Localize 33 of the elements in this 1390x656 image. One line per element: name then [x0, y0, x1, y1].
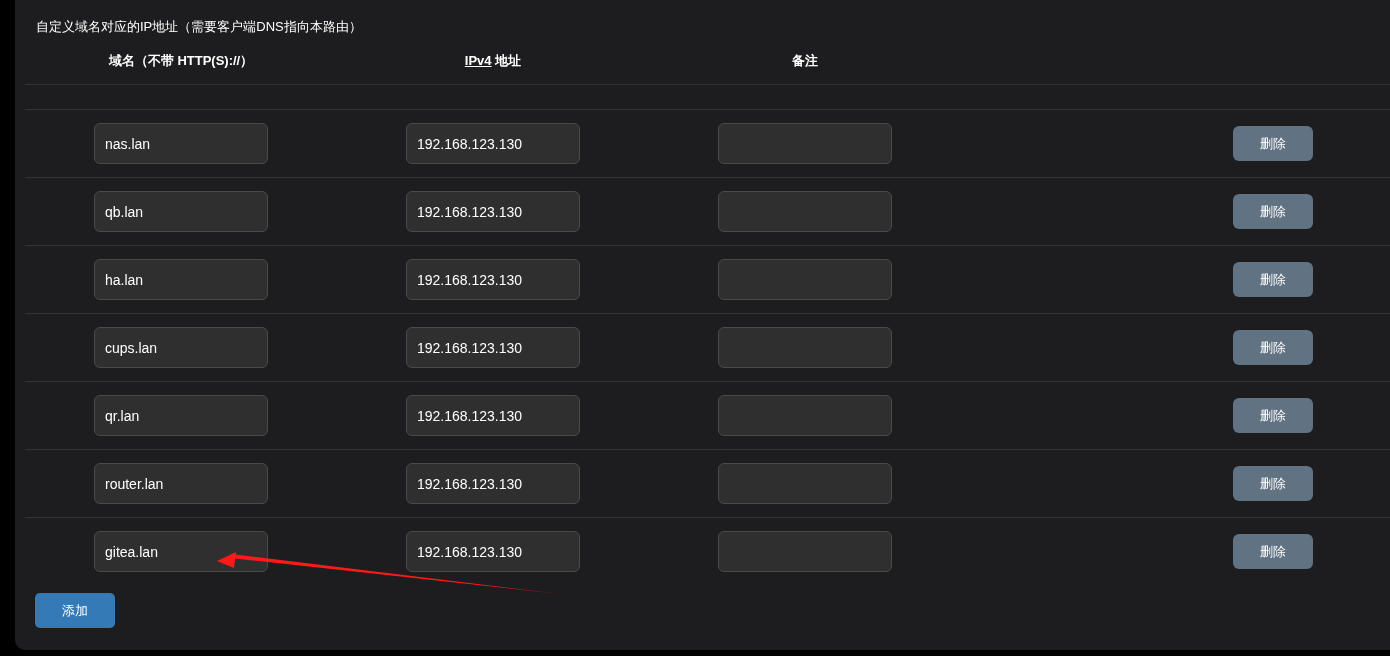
domain-field[interactable]: nas.lan — [94, 123, 268, 164]
remark-field[interactable] — [718, 259, 892, 300]
delete-button[interactable]: 删除 — [1233, 534, 1313, 569]
domain-field[interactable]: router.lan — [94, 463, 268, 504]
remark-field[interactable] — [718, 191, 892, 232]
delete-button[interactable]: 删除 — [1233, 398, 1313, 433]
remark-field[interactable] — [718, 123, 892, 164]
delete-button[interactable]: 删除 — [1233, 330, 1313, 365]
ip-field[interactable]: 192.168.123.130 — [406, 531, 580, 572]
ip-field[interactable]: 192.168.123.130 — [406, 327, 580, 368]
remark-field[interactable] — [718, 531, 892, 572]
column-header: IPv4 地址 — [464, 51, 522, 70]
domain-field[interactable]: gitea.lan — [94, 531, 268, 572]
domain-field[interactable]: ha.lan — [94, 259, 268, 300]
remark-field[interactable] — [718, 395, 892, 436]
domain-field[interactable]: qr.lan — [94, 395, 268, 436]
ip-field[interactable]: 192.168.123.130 — [406, 463, 580, 504]
domain-field[interactable]: cups.lan — [94, 327, 268, 368]
ip-field[interactable]: 192.168.123.130 — [406, 191, 580, 232]
description-text: 自定义域名对应的IP地址（需要客户端DNS指向本路由） — [36, 18, 363, 36]
delete-button[interactable]: 删除 — [1233, 262, 1313, 297]
ip-field[interactable]: 192.168.123.130 — [406, 123, 580, 164]
remark-field[interactable] — [718, 463, 892, 504]
domain-field[interactable]: qb.lan — [94, 191, 268, 232]
remark-field[interactable] — [718, 327, 892, 368]
column-header: 备注 — [792, 51, 818, 70]
delete-button[interactable]: 删除 — [1233, 466, 1313, 501]
add-button[interactable]: 添加 — [35, 593, 115, 628]
ip-field[interactable]: 192.168.123.130 — [406, 259, 580, 300]
delete-button[interactable]: 删除 — [1233, 126, 1313, 161]
column-header: 域名（不带 HTTP(S)://） — [108, 51, 254, 70]
ip-field[interactable]: 192.168.123.130 — [406, 395, 580, 436]
delete-button[interactable]: 删除 — [1233, 194, 1313, 229]
